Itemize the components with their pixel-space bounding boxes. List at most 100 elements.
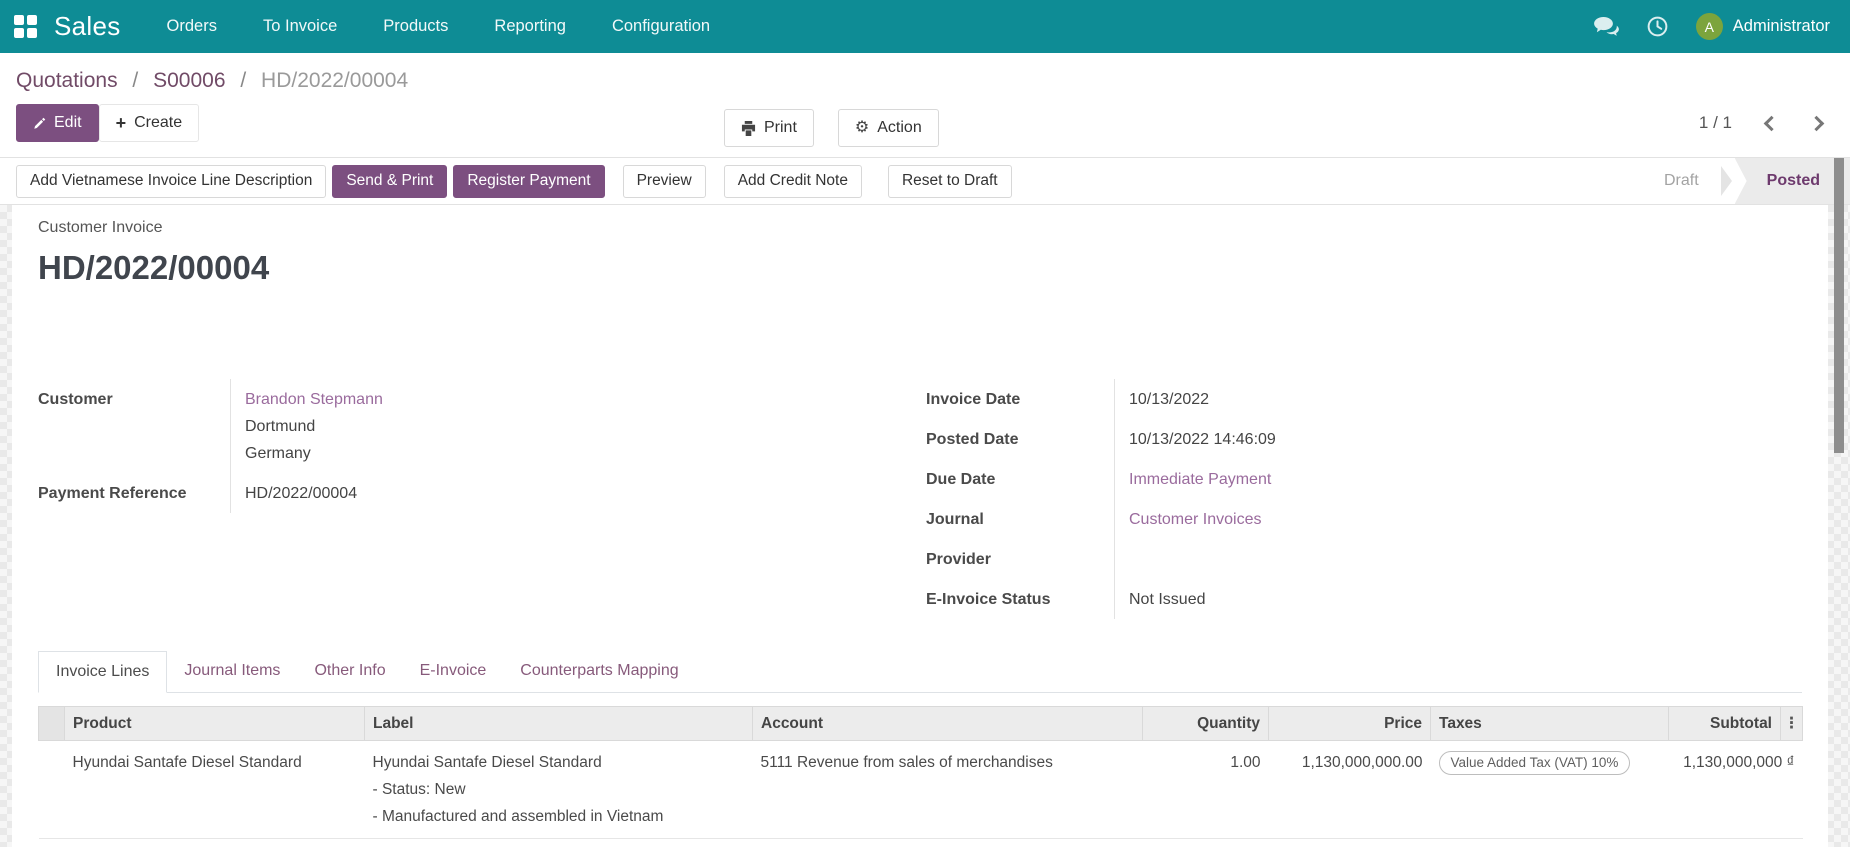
cell-taxes[interactable]: Value Added Tax (VAT) 10%	[1430, 740, 1669, 839]
edit-button-label: Edit	[54, 114, 82, 131]
notebook-tabs: Invoice Lines Journal Items Other Info E…	[38, 651, 1802, 693]
column-header-subtotal[interactable]: Subtotal	[1668, 706, 1781, 741]
action-button-label: Action	[877, 119, 922, 136]
einvoice-status-label: E-Invoice Status	[926, 591, 1051, 608]
column-header-price[interactable]: Price	[1268, 706, 1431, 741]
statusbar: Add Vietnamese Invoice Line Description …	[0, 157, 1850, 205]
tax-badge[interactable]: Value Added Tax (VAT) 10%	[1438, 751, 1631, 775]
preview-button[interactable]: Preview	[622, 164, 706, 198]
action-button[interactable]: ⚙ Action	[837, 109, 939, 147]
fields-right-group: Invoice Date 10/13/2022 Posted Date 10/1…	[926, 379, 1802, 619]
create-button[interactable]: + Create	[98, 104, 200, 142]
control-panel-buttons: Edit + Create Print ⚙ Action 1 / 1	[0, 99, 1850, 157]
cell-subtotal: 1,130,000,000 ₫	[1668, 740, 1803, 839]
posted-date-label: Posted Date	[926, 431, 1019, 448]
send-and-print-button[interactable]: Send & Print	[332, 164, 448, 198]
status-widget: Draft Posted	[1642, 158, 1850, 204]
app-brand-sales[interactable]: Sales	[54, 11, 121, 42]
pager-counter: 1 / 1	[1698, 113, 1732, 132]
status-posted[interactable]: Posted	[1734, 158, 1850, 204]
row-handle-cell	[38, 740, 65, 839]
invoice-date-value: 10/13/2022	[1114, 379, 1802, 419]
menu-configuration[interactable]: Configuration	[612, 11, 710, 42]
tab-e-invoice[interactable]: E-Invoice	[403, 651, 504, 692]
customer-country: Germany	[245, 445, 311, 462]
journal-label: Journal	[926, 511, 984, 528]
cell-product[interactable]: Hyundai Santafe Diesel Standard	[64, 740, 365, 839]
fields-left-group: Customer Brandon Stepmann Dortmund Germa…	[38, 379, 900, 619]
cell-quantity[interactable]: 1.00	[1142, 740, 1269, 839]
plus-icon: +	[115, 113, 127, 133]
form-view-background: Customer Invoice HD/2022/00004 Customer …	[0, 205, 1850, 847]
add-vietnamese-description-button[interactable]: Add Vietnamese Invoice Line Description	[16, 164, 327, 198]
reset-to-draft-button[interactable]: Reset to Draft	[887, 164, 1012, 198]
invoice-fields: Customer Brandon Stepmann Dortmund Germa…	[38, 379, 1802, 619]
pencil-icon	[34, 117, 46, 129]
customer-value: Brandon Stepmann Dortmund Germany	[230, 379, 900, 473]
breadcrumb-order[interactable]: S00006	[153, 69, 225, 92]
invoice-number-title: HD/2022/00004	[38, 249, 270, 286]
center-buttons: Print ⚙ Action	[724, 109, 939, 147]
breadcrumb-separator: /	[132, 69, 139, 92]
activity-clock-icon[interactable]	[1647, 16, 1668, 37]
user-name: Administrator	[1732, 17, 1830, 35]
print-button-label: Print	[764, 119, 797, 136]
menu-products[interactable]: Products	[383, 11, 448, 42]
due-date-label: Due Date	[926, 471, 996, 488]
payment-reference-value: HD/2022/00004	[230, 473, 900, 513]
avatar: A	[1695, 13, 1723, 40]
einvoice-status-value: Not Issued	[1114, 579, 1802, 619]
gear-icon: ⚙	[854, 119, 870, 136]
breadcrumb-quotations[interactable]: Quotations	[16, 69, 118, 92]
table-row[interactable]: Hyundai Santafe Diesel Standard Hyundai …	[38, 740, 1803, 839]
due-date-value-link[interactable]: Immediate Payment	[1114, 459, 1802, 499]
printer-icon	[741, 120, 756, 136]
menu-reporting[interactable]: Reporting	[494, 11, 566, 42]
pager: 1 / 1	[1698, 113, 1825, 133]
row-handle-column-header	[38, 706, 65, 741]
top-navbar: Sales Orders To Invoice Products Reporti…	[0, 0, 1850, 53]
add-credit-note-button[interactable]: Add Credit Note	[723, 164, 862, 198]
cell-label[interactable]: Hyundai Santafe Diesel Standard - Status…	[364, 740, 753, 839]
breadcrumb: Quotations / S00006 / HD/2022/00004	[0, 53, 1850, 99]
label-line: - Status: New	[372, 781, 466, 798]
posted-date-value: 10/13/2022 14:46:09	[1114, 419, 1802, 459]
optional-columns-toggle-icon[interactable]: ⋮	[1780, 706, 1803, 741]
tab-journal-items[interactable]: Journal Items	[167, 651, 297, 692]
menu-orders[interactable]: Orders	[167, 11, 217, 42]
vertical-scrollbar[interactable]	[1834, 158, 1844, 453]
tab-invoice-lines[interactable]: Invoice Lines	[38, 651, 168, 693]
sales-app-window: Sales Orders To Invoice Products Reporti…	[0, 0, 1850, 847]
customer-city: Dortmund	[245, 418, 316, 435]
user-menu[interactable]: A Administrator	[1695, 13, 1830, 40]
table-header-row: Product Label Account Quantity Price Tax…	[38, 706, 1803, 741]
menu-to-invoice[interactable]: To Invoice	[263, 11, 337, 42]
column-header-quantity[interactable]: Quantity	[1142, 706, 1269, 741]
pager-next-icon[interactable]	[1808, 115, 1825, 131]
column-header-account[interactable]: Account	[752, 706, 1143, 741]
invoice-sheet: Customer Invoice HD/2022/00004 Customer …	[12, 205, 1828, 847]
create-button-label: Create	[134, 114, 183, 131]
cell-price[interactable]: 1,130,000,000.00	[1268, 740, 1431, 839]
tab-counterparts-mapping[interactable]: Counterparts Mapping	[503, 651, 695, 692]
tab-other-info[interactable]: Other Info	[297, 651, 402, 692]
messages-icon[interactable]	[1593, 16, 1619, 37]
customer-label: Customer	[38, 391, 113, 408]
invoice-lines-table: Product Label Account Quantity Price Tax…	[38, 706, 1803, 839]
cell-account[interactable]: 5111 Revenue from sales of merchandises	[752, 740, 1143, 839]
print-button[interactable]: Print	[724, 109, 814, 147]
customer-name-link[interactable]: Brandon Stepmann	[245, 386, 900, 413]
column-header-taxes[interactable]: Taxes	[1430, 706, 1669, 741]
edit-button[interactable]: Edit	[16, 104, 99, 142]
pager-previous-icon[interactable]	[1763, 115, 1780, 131]
register-payment-button[interactable]: Register Payment	[453, 164, 605, 198]
provider-value	[1114, 539, 1802, 579]
navbar-right: A Administrator	[1593, 13, 1830, 40]
status-arrow-icon	[1720, 166, 1732, 196]
apps-grid-icon[interactable]	[14, 14, 38, 39]
journal-value-link[interactable]: Customer Invoices	[1114, 499, 1802, 539]
column-header-label[interactable]: Label	[364, 706, 753, 741]
main-menu: Orders To Invoice Products Reporting Con…	[167, 11, 711, 42]
status-draft[interactable]: Draft	[1642, 158, 1721, 204]
column-header-product[interactable]: Product	[64, 706, 365, 741]
